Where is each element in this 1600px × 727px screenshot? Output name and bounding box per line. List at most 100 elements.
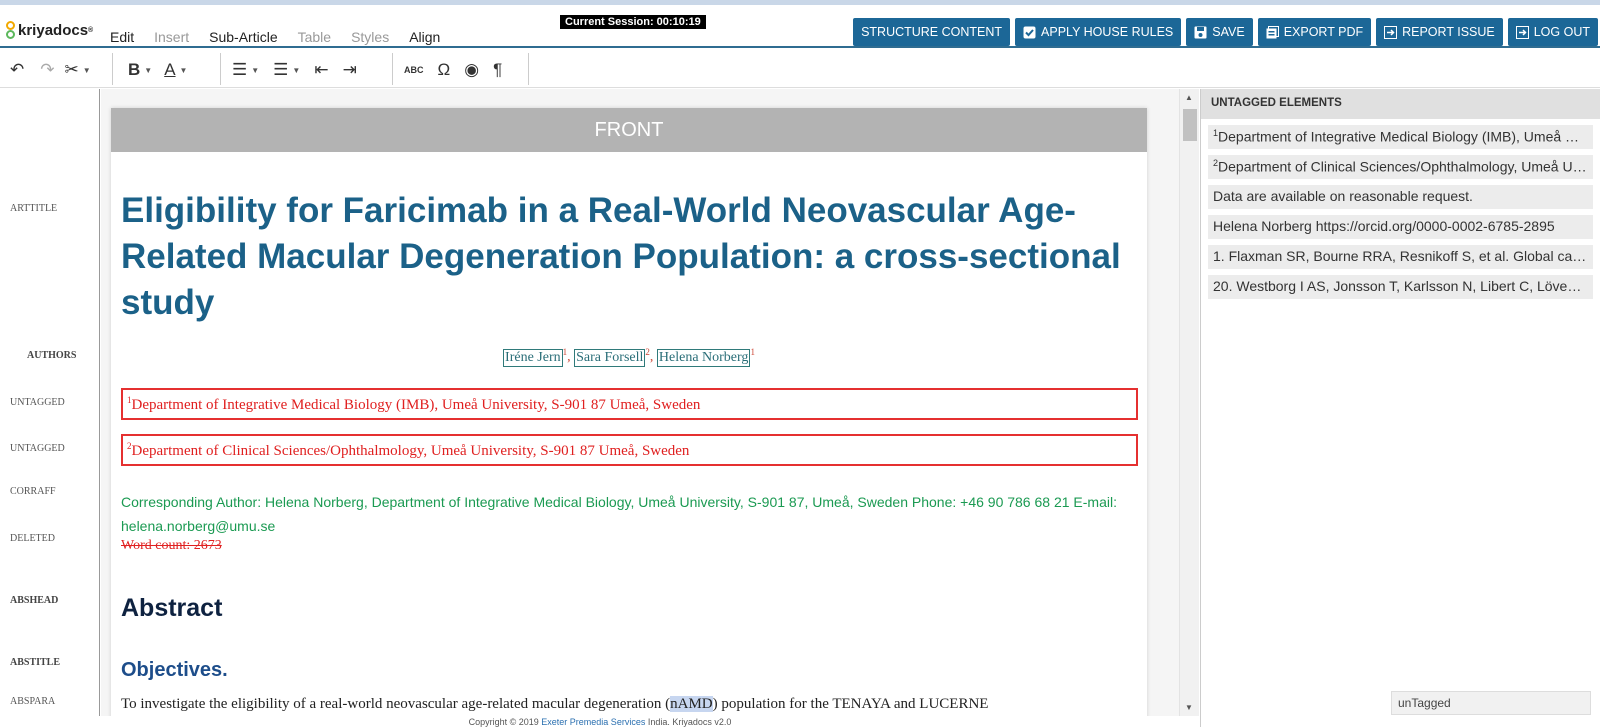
- save-button[interactable]: SAVE: [1186, 18, 1253, 46]
- report-icon: [1384, 25, 1398, 39]
- app-window: kriyadocs ® Edit Insert Sub-Article Table…: [0, 0, 1600, 727]
- article-title[interactable]: Eligibility for Faricimab in a Real-Worl…: [121, 188, 1121, 326]
- save-label: SAVE: [1212, 25, 1245, 39]
- author-list: Iréne Jern 1, Sara Forsell 2, Helena Norbe…: [503, 347, 755, 367]
- author-name[interactable]: Helena Norberg: [656, 348, 751, 367]
- logo-text: kriyadocs: [18, 21, 89, 39]
- kriyadocs-logo[interactable]: kriyadocs ®: [5, 19, 93, 41]
- menu-sub-article[interactable]: Sub-Article: [209, 29, 277, 45]
- abstract-subtitle[interactable]: Objectives.: [121, 659, 228, 682]
- abstract-text: ) population for the TENAYA and LUCERNE: [712, 696, 989, 712]
- copyright-text: India. Kriyadocs v2.0: [647, 717, 732, 727]
- font-color-icon[interactable]: A: [164, 60, 175, 80]
- undo-icon[interactable]: ↶: [10, 60, 24, 80]
- menu-insert[interactable]: Insert: [154, 29, 189, 45]
- apply-house-rules-button[interactable]: APPLY HOUSE RULES: [1015, 18, 1182, 46]
- outdent-icon[interactable]: ⇤: [314, 60, 328, 80]
- scroll-thumb[interactable]: [1183, 109, 1197, 141]
- menu-edit[interactable]: Edit: [110, 29, 134, 45]
- pdf-icon: [1266, 25, 1279, 39]
- label-authors: AUTHORS: [27, 350, 77, 361]
- untagged-item[interactable]: 2Department of Clinical Sciences/Ophthal…: [1208, 155, 1593, 179]
- label-untagged-2: UNTAGGED: [10, 443, 65, 454]
- item-text: 1. Flaxman SR, Bourne RRA, Resnikoff S, …: [1213, 248, 1593, 264]
- label-untagged-1: UNTAGGED: [10, 397, 65, 408]
- report-issue-label: REPORT ISSUE: [1402, 25, 1495, 39]
- special-character-icon[interactable]: Ω: [438, 60, 451, 80]
- cut-icon[interactable]: ✂: [65, 60, 79, 80]
- item-text: Department of Clinical Sciences/Ophthalm…: [1218, 158, 1593, 175]
- log-out-label: LOG OUT: [1533, 25, 1590, 39]
- bold-icon[interactable]: B: [128, 60, 140, 80]
- front-section-header: FRONT: [111, 108, 1147, 152]
- header-buttons: STRUCTURE CONTENT APPLY HOUSE RULES SAVE…: [848, 18, 1598, 46]
- numbered-list-dropdown-icon[interactable]: ▼: [292, 66, 300, 75]
- toolbar-divider: [112, 53, 113, 85]
- eye-icon[interactable]: ◉: [464, 60, 479, 80]
- panel-title: UNTAGGED ELEMENTS: [1201, 89, 1600, 119]
- bold-dropdown-icon[interactable]: ▼: [144, 66, 152, 75]
- document-scrollbar[interactable]: ▲ ▼: [1179, 89, 1199, 716]
- font-color-dropdown-icon[interactable]: ▼: [180, 66, 188, 75]
- logo-icon: [5, 21, 16, 39]
- tag-status-field[interactable]: unTagged: [1391, 691, 1591, 715]
- highlighted-term[interactable]: nAMD: [670, 696, 713, 712]
- cut-dropdown-icon[interactable]: ▼: [83, 66, 91, 75]
- author-name[interactable]: Sara Forsell: [574, 348, 646, 367]
- export-pdf-button[interactable]: EXPORT PDF: [1257, 18, 1372, 46]
- document-page[interactable]: FRONT Eligibility for Faricimab in a Rea…: [111, 108, 1147, 727]
- affiliation-1[interactable]: 1Department of Integrative Medical Biolo…: [121, 388, 1138, 420]
- menu-table[interactable]: Table: [298, 29, 331, 45]
- session-timer: Current Session: 00:10:19: [560, 15, 706, 29]
- report-issue-button[interactable]: REPORT ISSUE: [1376, 18, 1503, 46]
- label-corraff: CORRAFF: [10, 486, 56, 497]
- label-abshead: ABSHEAD: [10, 595, 59, 606]
- redo-icon[interactable]: ↷: [40, 60, 54, 80]
- abstract-paragraph[interactable]: To investigate the eligibility of a real…: [121, 696, 1131, 713]
- menu-styles[interactable]: Styles: [351, 29, 389, 45]
- untagged-elements-panel: UNTAGGED ELEMENTS 1Department of Integra…: [1200, 89, 1600, 727]
- bullet-list-icon[interactable]: ☰: [232, 60, 247, 80]
- scroll-up-icon[interactable]: ▲: [1185, 93, 1193, 102]
- author-affiliation-ref: 1: [562, 347, 568, 357]
- menu-align[interactable]: Align: [409, 29, 440, 45]
- untagged-item[interactable]: 1Department of Integrative Medical Biolo…: [1208, 125, 1593, 149]
- indent-icon[interactable]: ⇥: [343, 60, 357, 80]
- untagged-item[interactable]: 1. Flaxman SR, Bourne RRA, Resnikoff S, …: [1208, 245, 1593, 269]
- abstract-text: To investigate the eligibility of a real…: [121, 696, 671, 712]
- check-square-icon: [1023, 26, 1036, 39]
- untagged-item[interactable]: Helena Norberg https://orcid.org/0000-00…: [1208, 215, 1593, 239]
- structure-content-button[interactable]: STRUCTURE CONTENT: [853, 18, 1011, 46]
- toolbar-divider: [220, 53, 221, 85]
- document-area: FRONT Eligibility for Faricimab in a Rea…: [101, 89, 1179, 727]
- logout-icon: [1515, 25, 1529, 39]
- item-text: Department of Integrative Medical Biolog…: [1218, 128, 1593, 145]
- main-menu: Edit Insert Sub-Article Table Styles Ali…: [110, 29, 460, 45]
- bullet-list-dropdown-icon[interactable]: ▼: [251, 66, 259, 75]
- deleted-word-count[interactable]: Word count: 2673: [121, 538, 222, 554]
- untagged-item[interactable]: 20. Westborg I AS, Jonsson T, Karlsson N…: [1208, 275, 1593, 299]
- author-affiliation-ref: 2: [645, 347, 650, 357]
- author-name[interactable]: Iréne Jern: [503, 348, 563, 367]
- item-text: Helena Norberg https://orcid.org/0000-00…: [1213, 218, 1555, 234]
- spellcheck-icon[interactable]: ABC: [404, 65, 424, 75]
- pilcrow-icon[interactable]: ¶: [493, 60, 502, 80]
- log-out-button[interactable]: LOG OUT: [1507, 18, 1598, 46]
- export-pdf-label: EXPORT PDF: [1283, 25, 1364, 39]
- company-link[interactable]: Exeter Premedia Services: [541, 717, 645, 727]
- editor-toolbar: ↶ ↷ ✂ ▼ B ▼ A ▼ ☰ ▼ ☰ ▼ ⇤ ⇥ ABC Ω ◉ ¶: [0, 50, 1600, 88]
- numbered-list-icon[interactable]: ☰: [273, 60, 288, 80]
- untagged-item[interactable]: Data are available on reasonable request…: [1208, 185, 1593, 209]
- style-labels-column: ARTTITLE AUTHORS UNTAGGED UNTAGGED CORRA…: [0, 89, 100, 727]
- item-text: Data are available on reasonable request…: [1213, 188, 1473, 204]
- toolbar-divider: [392, 53, 393, 85]
- corresponding-author[interactable]: Corresponding Author: Helena Norberg, De…: [121, 490, 1121, 538]
- affiliation-2[interactable]: 2Department of Clinical Sciences/Ophthal…: [121, 434, 1138, 466]
- affiliation-text: Department of Clinical Sciences/Ophthalm…: [131, 443, 690, 459]
- label-abspara: ABSPARA: [10, 696, 56, 707]
- author-affiliation-ref: 1: [750, 347, 755, 357]
- item-text: 20. Westborg I AS, Jonsson T, Karlsson N…: [1213, 278, 1593, 294]
- app-header: kriyadocs ® Edit Insert Sub-Article Table…: [0, 5, 1600, 48]
- scroll-down-icon[interactable]: ▼: [1185, 703, 1193, 712]
- abstract-heading[interactable]: Abstract: [121, 594, 222, 623]
